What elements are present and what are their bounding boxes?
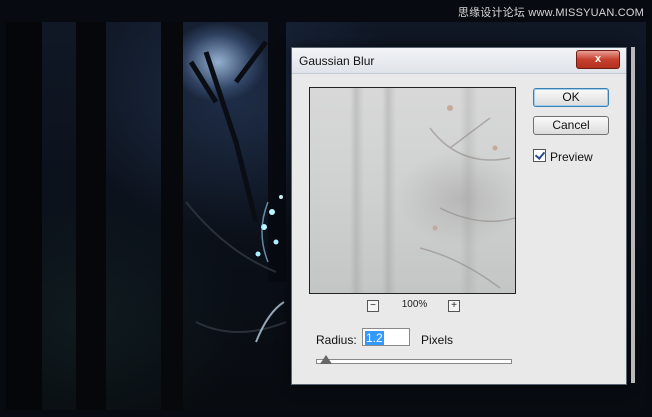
cancel-button[interactable]: Cancel: [533, 116, 609, 135]
glow-light: [273, 239, 279, 245]
radius-label: Radius:: [316, 333, 357, 347]
glow-light: [279, 195, 283, 199]
zoom-in-button[interactable]: +: [448, 300, 460, 312]
glow-light: [255, 251, 261, 257]
preview-branches: [419, 105, 515, 289]
tree-trunk: [76, 22, 106, 410]
close-button[interactable]: x: [576, 50, 620, 69]
gaussian-blur-dialog: Gaussian Blur x − 100% + OK Cancel Previ…: [291, 47, 627, 385]
preview-leaf: [492, 145, 498, 151]
radius-slider-track[interactable]: [316, 359, 512, 364]
tree-branches: [188, 40, 268, 223]
preview-leaf: [447, 105, 453, 111]
ok-button[interactable]: OK: [533, 88, 609, 107]
preview-leaf: [432, 225, 438, 231]
radius-value: 1.2: [365, 331, 384, 345]
zoom-level: 100%: [401, 299, 428, 310]
watermark-text: 思缘设计论坛 www.MISSYUAN.COM: [457, 7, 644, 19]
preview-checkbox[interactable]: Preview: [533, 149, 593, 164]
radius-unit: Pixels: [421, 333, 454, 347]
checkbox-checked-icon[interactable]: [533, 149, 546, 162]
tree-trunk: [6, 22, 42, 410]
blur-preview-image[interactable]: [309, 87, 516, 294]
tree-trunk: [161, 22, 183, 410]
zoom-out-button[interactable]: −: [367, 300, 379, 312]
radius-input[interactable]: 1.2: [362, 328, 410, 346]
preview-twigs: [419, 117, 515, 289]
glow-light: [269, 209, 275, 215]
dialog-edge: [631, 47, 635, 383]
radius-slider-thumb[interactable]: [320, 355, 332, 364]
light-streak: [255, 301, 285, 343]
close-icon: x: [594, 53, 602, 65]
dialog-titlebar[interactable]: Gaussian Blur x: [292, 48, 626, 74]
preview-label: Preview: [550, 150, 593, 164]
light-streak: [261, 201, 269, 263]
dialog-title: Gaussian Blur: [299, 54, 375, 68]
